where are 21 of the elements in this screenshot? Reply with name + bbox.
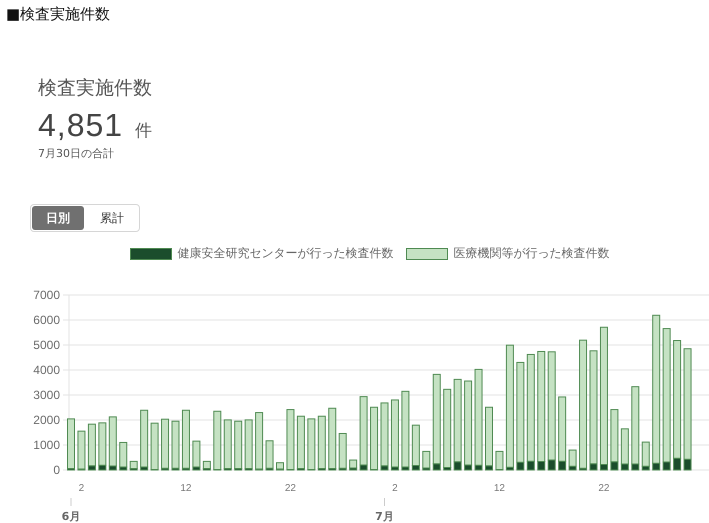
axis-label: 0 xyxy=(53,463,60,477)
axis-label: 5000 xyxy=(33,338,60,352)
axis-label: 22 xyxy=(284,483,296,494)
date-note: 7月30日の合計 xyxy=(38,146,115,161)
axis-label: 7000 xyxy=(33,288,60,302)
axis-label: 6000 xyxy=(33,313,60,327)
month-label: 7月 xyxy=(375,510,394,523)
total-value: 4,851 xyxy=(38,107,124,144)
axis-label: 1000 xyxy=(33,438,60,452)
axis-label: 12 xyxy=(494,483,506,494)
axis-label: 3000 xyxy=(33,388,60,402)
section-title: ■検査実施件数 xyxy=(6,5,110,23)
axis-label: 2 xyxy=(392,483,398,494)
axis-label: 2000 xyxy=(33,413,60,427)
month-label: 6月 xyxy=(62,510,80,523)
card-title: 検査実施件数 xyxy=(38,76,153,101)
unit-label: 件 xyxy=(135,120,152,142)
axis-label: 4000 xyxy=(33,363,60,377)
axis-label: 22 xyxy=(598,483,610,494)
axis-label: 2 xyxy=(78,483,84,494)
axis-label: 12 xyxy=(180,483,192,494)
